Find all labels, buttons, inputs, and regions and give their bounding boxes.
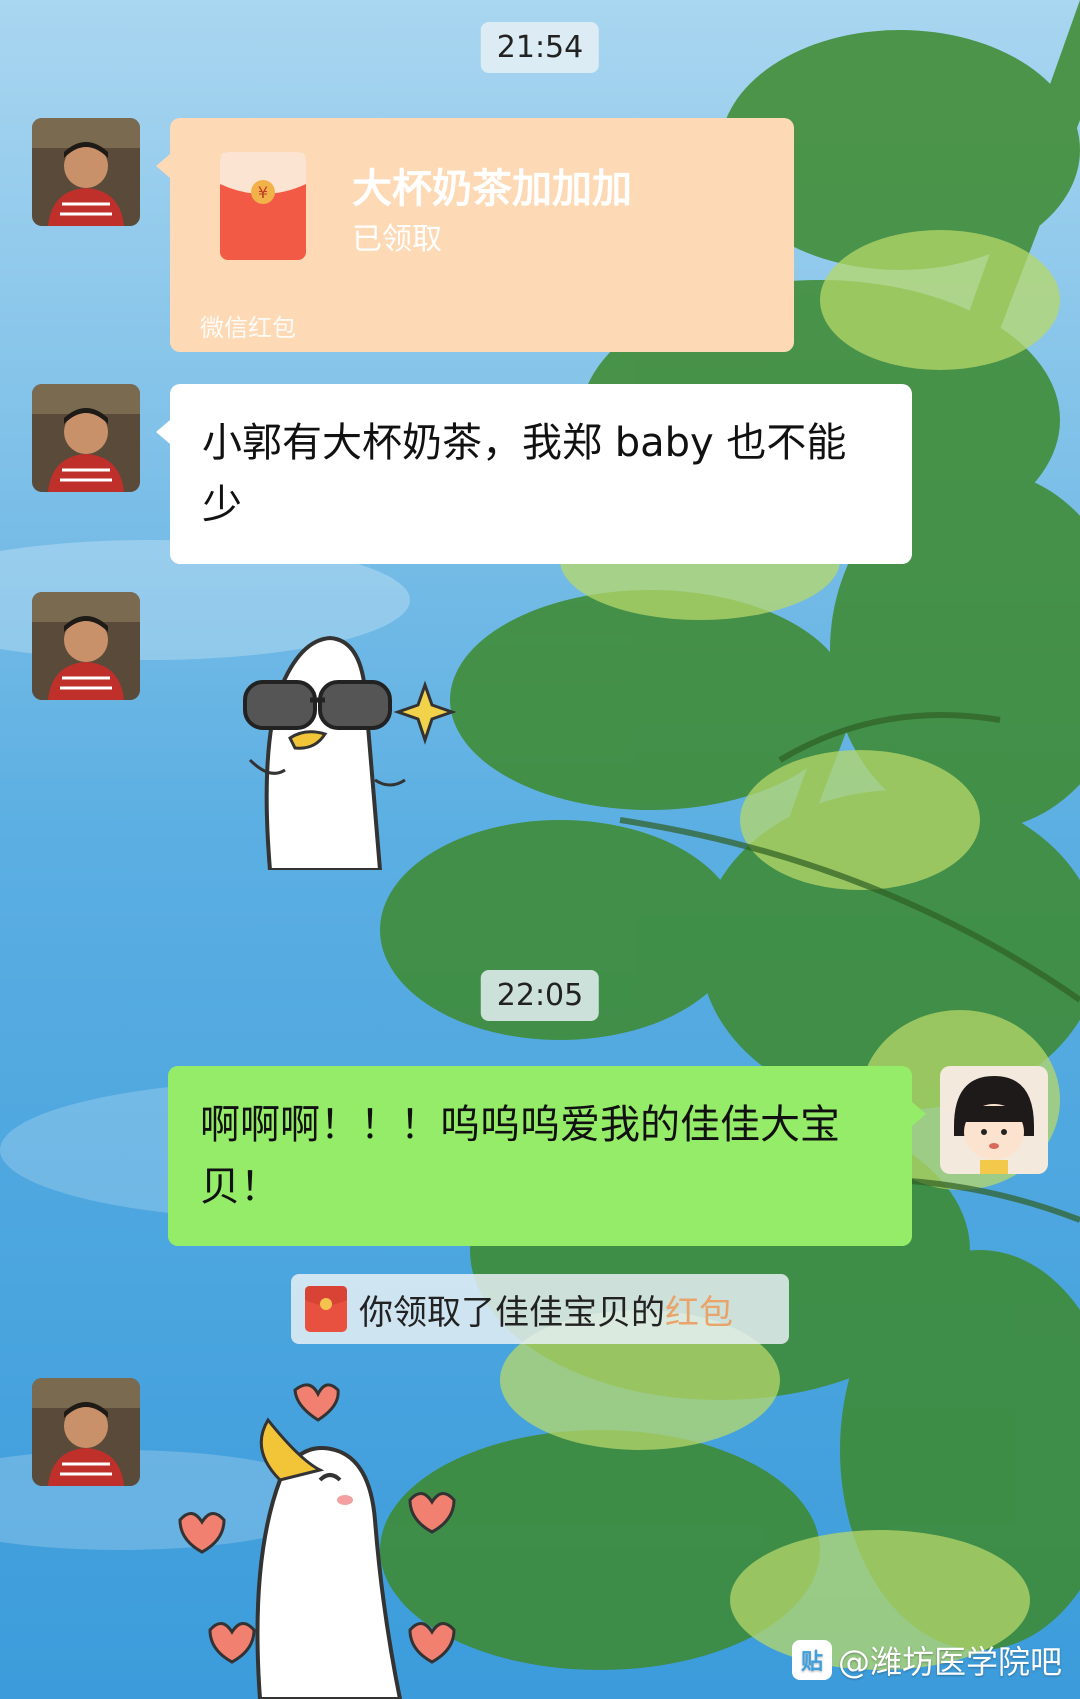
red-envelope-icon: ¥ (220, 152, 306, 260)
tieba-logo-icon: 贴 (791, 1640, 832, 1680)
red-packet-status: 已领取 (352, 222, 442, 257)
sunglasses-duck-sticker[interactable] (230, 630, 460, 870)
contact-avatar[interactable] (32, 592, 140, 700)
contact-avatar[interactable] (32, 1378, 140, 1486)
watermark: 贴 @潍坊医学院吧 (791, 1637, 1062, 1683)
red-packet-message[interactable]: ¥ 大杯奶茶加加加 已领取 微信红包 (156, 118, 794, 352)
message-text: 小郭有大杯奶茶，我郑 baby 也不能少 (202, 420, 847, 528)
message-text: 啊啊啊！！！呜呜呜爱我的佳佳大宝贝！ (200, 1102, 840, 1210)
contact-avatar[interactable] (32, 384, 140, 492)
red-envelope-icon (305, 1286, 347, 1332)
red-packet-footer: 微信红包 (200, 314, 296, 342)
timestamp: 21:54 (480, 22, 600, 73)
timestamp: 22:05 (480, 970, 600, 1021)
received-text-message[interactable]: 小郭有大杯奶茶，我郑 baby 也不能少 (156, 384, 912, 564)
contact-avatar[interactable] (32, 118, 140, 226)
heart-duck-sticker[interactable] (170, 1380, 480, 1699)
svg-text:¥: ¥ (258, 183, 268, 202)
sent-text-message[interactable]: 啊啊啊！！！呜呜呜爱我的佳佳大宝贝！ (168, 1066, 926, 1246)
my-avatar[interactable] (940, 1066, 1048, 1174)
notice-text: 你领取了佳佳宝贝的 (359, 1292, 665, 1333)
red-packet-title: 大杯奶茶加加加 (352, 166, 632, 212)
red-packet-link[interactable]: 红包 (665, 1285, 733, 1334)
red-packet-claimed-notice: 你领取了佳佳宝贝的 红包 (291, 1274, 789, 1344)
watermark-text: @潍坊医学院吧 (837, 1643, 1062, 1681)
